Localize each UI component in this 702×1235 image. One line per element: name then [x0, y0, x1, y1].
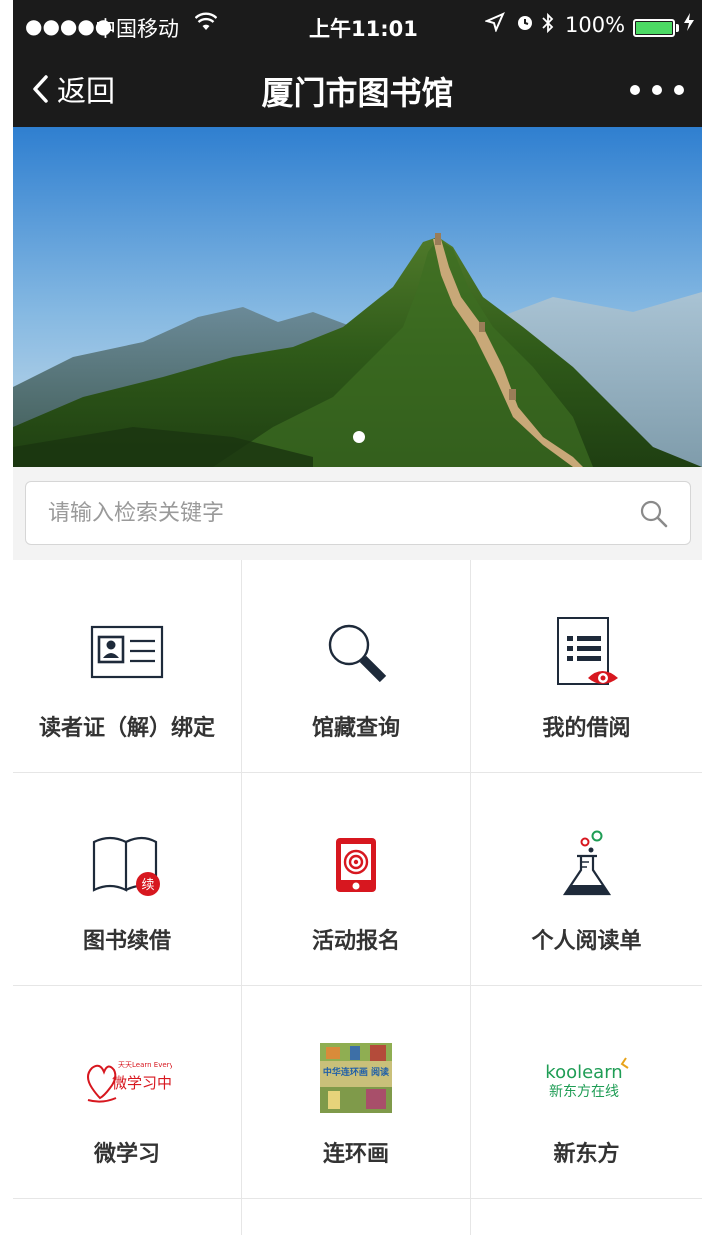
- navigation-bar: 返回 厦门市图书馆: [13, 52, 702, 127]
- status-bar: ●●●●● 中国移动 上午11:01 100%: [13, 0, 702, 52]
- micro-learning-logo: 天天Learn Everyday 微学习中心: [87, 1061, 172, 1103]
- borrow-list-icon: [556, 617, 618, 685]
- grid-row-next-cell: [13, 1199, 242, 1235]
- menu-item-personal-reading-list[interactable]: 个人阅读单: [471, 773, 702, 986]
- menu-item-label: 活动报名: [311, 929, 400, 954]
- menu-item-micro-learning[interactable]: 天天Learn Everyday 微学习中心 微学习: [13, 986, 242, 1199]
- alarm-icon: [515, 12, 535, 37]
- menu-item-new-oriental[interactable]: koolearn 新东方在线 新东方: [471, 986, 702, 1199]
- koolearn-logo: koolearn 新东方在线: [545, 1057, 629, 1100]
- grid-row-next-cell: [242, 1199, 471, 1235]
- search-icon[interactable]: [638, 498, 670, 530]
- menu-item-label: 馆藏查询: [311, 716, 400, 741]
- banner-carousel[interactable]: [13, 127, 702, 467]
- search-input[interactable]: [26, 482, 626, 544]
- menu-item-label: 微学习: [93, 1142, 160, 1167]
- menu-item-book-renewal[interactable]: 续 图书续借: [13, 773, 242, 986]
- koolearn-wordmark: koolearn: [545, 1062, 622, 1083]
- page-title: 厦门市图书馆: [261, 74, 454, 112]
- menu-item-reader-card[interactable]: 读者证（解）绑定: [13, 560, 242, 773]
- svg-text:续: 续: [141, 878, 154, 893]
- comic-thumbnail: 中华连环画 阅读: [320, 1043, 392, 1113]
- menu-item-label: 我的借阅: [542, 716, 631, 741]
- search-section: [13, 467, 702, 560]
- menu-item-label: 连环画: [322, 1142, 389, 1167]
- magnifier-icon: [328, 624, 387, 683]
- comic-title-text: 中华连环画 阅读: [323, 1066, 389, 1078]
- window-left-margin: [0, 0, 13, 1235]
- menu-item-my-borrowing[interactable]: 我的借阅: [471, 560, 702, 773]
- menu-item-collection-search[interactable]: 馆藏查询: [242, 560, 471, 773]
- charging-bolt-icon: [683, 12, 695, 37]
- wifi-icon: [194, 12, 218, 37]
- location-arrow-icon: [484, 12, 505, 37]
- flask-icon: [562, 830, 611, 896]
- battery-percentage: 100%: [565, 13, 626, 37]
- micro-learning-tagline: 天天Learn Everyday: [118, 1061, 172, 1069]
- clock: 上午11:01: [309, 17, 418, 41]
- book-renew-icon: 续: [92, 836, 160, 896]
- bluetooth-icon: [541, 12, 555, 39]
- more-options-button[interactable]: [630, 76, 684, 104]
- menu-item-label: 读者证（解）绑定: [38, 716, 215, 741]
- koolearn-subtitle: 新东方在线: [549, 1084, 619, 1100]
- carrier-name: 中国移动: [95, 17, 179, 41]
- menu-item-comics[interactable]: 中华连环画 阅读 连环画: [242, 986, 471, 1199]
- great-wall-photo: [13, 127, 702, 467]
- search-box: [25, 481, 691, 545]
- menu-item-label: 新东方: [553, 1142, 620, 1167]
- id-card-icon: [90, 625, 164, 679]
- battery-icon: [633, 19, 675, 37]
- menu-item-label: 图书续借: [82, 929, 171, 954]
- phone-screen: ●●●●● 中国移动 上午11:01 100% 返回 厦门市图书馆 请输入检索关…: [13, 0, 702, 1235]
- battery-nub: [676, 24, 679, 32]
- phone-target-icon: [336, 838, 376, 892]
- micro-learning-wordmark: 微学习中心: [112, 1074, 172, 1092]
- menu-item-event-signup[interactable]: 活动报名: [242, 773, 471, 986]
- carousel-indicator-dot[interactable]: [353, 431, 365, 443]
- menu-item-label: 个人阅读单: [531, 929, 642, 954]
